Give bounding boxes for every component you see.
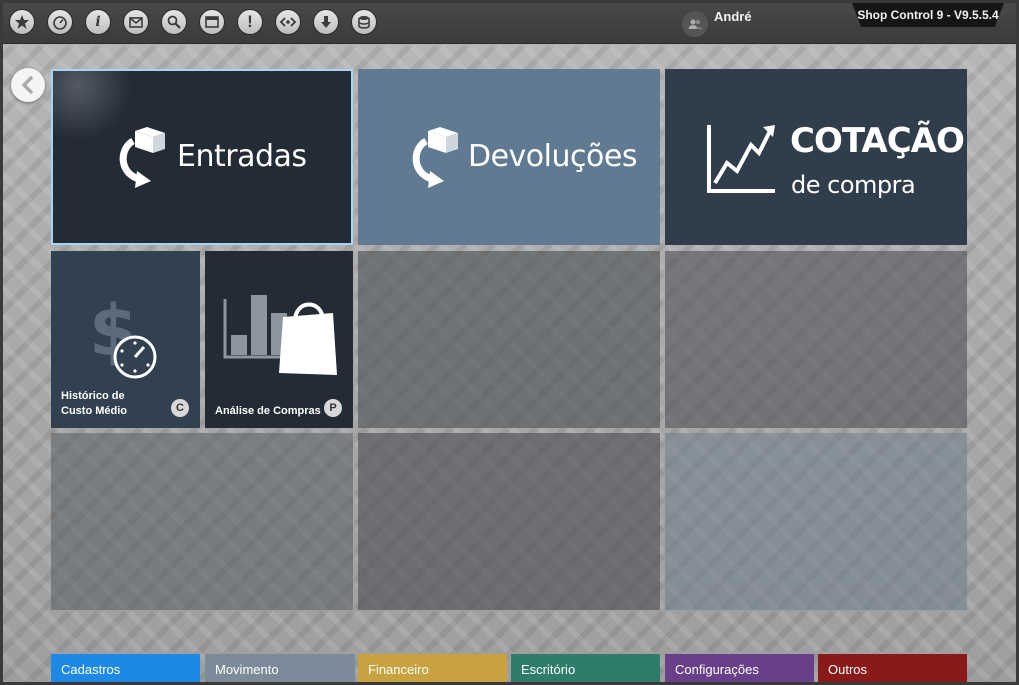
tile-analise-de-compras[interactable]: Análise de Compras P: [205, 251, 353, 428]
tab-configuracoes[interactable]: Configurações: [665, 654, 814, 685]
tile-label: Devoluções: [468, 139, 637, 174]
tile-label: Entradas: [177, 139, 307, 174]
code-icon[interactable]: [275, 9, 301, 35]
tile-label-line1: Histórico de: [61, 390, 125, 402]
back-button[interactable]: [11, 68, 45, 102]
bar-chart-bag-icon: [223, 295, 337, 375]
user-name: André: [714, 9, 752, 24]
box-arrow-icon: [412, 127, 458, 188]
download-icon[interactable]: [313, 9, 339, 35]
tile-cotacao[interactable]: COTAÇÃO de compra: [665, 69, 967, 245]
empty-tile: [358, 433, 660, 610]
tile-label-line2: de compra: [791, 171, 916, 199]
empty-tile: [665, 251, 967, 428]
tab-financeiro[interactable]: Financeiro: [358, 654, 507, 685]
tile-devolucoes[interactable]: Devoluções: [358, 69, 660, 245]
users-icon[interactable]: [682, 11, 708, 37]
alert-icon[interactable]: !: [237, 9, 263, 35]
dollar-clock-icon: $: [89, 290, 157, 379]
tile-historico-custo-medio[interactable]: $ Histórico de Custo Médio C: [51, 251, 200, 428]
shortcut-badge: P: [324, 399, 342, 417]
database-icon[interactable]: [351, 9, 377, 35]
tile-label-line2: Custo Médio: [61, 405, 127, 417]
shortcut-badge: C: [171, 399, 189, 417]
window-icon[interactable]: [199, 9, 225, 35]
star-icon[interactable]: [9, 9, 35, 35]
box-arrow-icon: [119, 127, 165, 188]
empty-tile: [358, 251, 660, 428]
top-toolbar: i ! André Shop Control 9 - V9.5.5.4: [0, 0, 1019, 44]
version-label: Shop Control 9 - V9.5.5.4: [852, 3, 1004, 27]
chevron-left-icon: [22, 76, 33, 94]
tile-label-line1: COTAÇÃO: [790, 121, 965, 161]
speedometer-icon[interactable]: [47, 9, 73, 35]
tab-movimento[interactable]: Movimento: [205, 654, 355, 685]
empty-tile: [665, 433, 967, 610]
tab-escritorio[interactable]: Escritório: [511, 654, 660, 685]
search-icon[interactable]: [161, 9, 187, 35]
tab-outros[interactable]: Outros: [818, 654, 967, 685]
tab-cadastros[interactable]: Cadastros: [51, 654, 200, 685]
info-icon[interactable]: i: [85, 9, 111, 35]
tile-label: Análise de Compras: [215, 405, 321, 417]
empty-tile: [51, 433, 353, 610]
mail-icon[interactable]: [123, 9, 149, 35]
line-chart-icon: [707, 125, 775, 193]
tile-entradas[interactable]: Entradas: [51, 69, 353, 245]
